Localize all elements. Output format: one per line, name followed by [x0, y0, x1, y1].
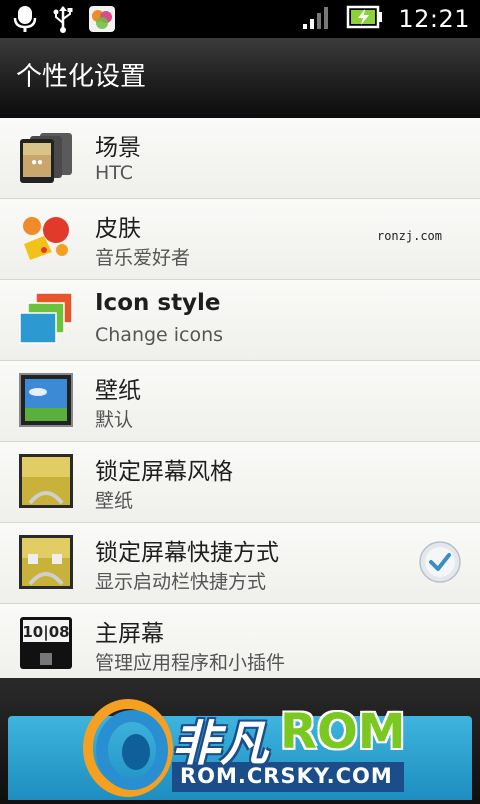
- app-notification-icon: [88, 5, 116, 37]
- skin-icon: [18, 210, 74, 266]
- list-item-lockscreen-style[interactable]: 锁定屏幕风格 壁纸: [0, 442, 480, 523]
- home-screen-icon: 10|08: [18, 615, 74, 671]
- list-item-wallpaper[interactable]: 壁纸 默认: [0, 361, 480, 442]
- svg-text:10|08: 10|08: [22, 623, 69, 642]
- crsky-logo: 非凡 ROM ROM.CRSKY.COM: [80, 690, 410, 800]
- list-item-lockscreen-shortcuts[interactable]: 锁定屏幕快捷方式 显示启动栏快捷方式: [0, 523, 480, 604]
- logo-url: ROM.CRSKY.COM: [180, 764, 393, 788]
- signal-icon: [302, 4, 332, 34]
- item-title: 锁定屏幕快捷方式: [95, 540, 279, 566]
- battery-charging-icon: [346, 5, 384, 33]
- page-title: 个性化设置: [16, 62, 147, 92]
- item-title: 场景: [95, 135, 141, 161]
- lockscreen-shortcuts-icon: [18, 534, 74, 590]
- list-item-skin[interactable]: 皮肤 音乐爱好者 ronzj.com: [0, 199, 480, 280]
- icon-style-icon: [18, 291, 74, 347]
- item-title: 壁纸: [95, 378, 141, 404]
- item-subtitle: HTC: [95, 162, 134, 184]
- item-subtitle: 管理应用程序和小插件: [95, 652, 286, 674]
- list-item-scenes[interactable]: ●● 场景 HTC: [0, 118, 480, 199]
- usb-icon: [52, 5, 74, 37]
- settings-list: ●● 场景 HTC 皮肤 音乐爱好者 ronzj.com Icon style …: [0, 118, 480, 684]
- item-title: 锁定屏幕风格: [95, 459, 233, 485]
- svg-text:●●: ●●: [31, 157, 43, 168]
- lockscreen-style-icon: [18, 453, 74, 509]
- item-title: Icon style: [95, 290, 221, 316]
- scenes-icon: ●●: [18, 129, 74, 185]
- status-bar: 12:21: [0, 0, 480, 38]
- item-subtitle: Change icons: [95, 324, 224, 346]
- logo-text-rom: ROM: [280, 704, 406, 760]
- item-subtitle: 默认: [95, 409, 134, 431]
- item-subtitle: 壁纸: [95, 490, 134, 512]
- item-title: 皮肤: [95, 216, 141, 242]
- title-bar: 个性化设置: [0, 38, 480, 118]
- item-subtitle: 显示启动栏快捷方式: [95, 571, 267, 593]
- clock: 12:21: [398, 5, 470, 33]
- microphone-icon: [12, 5, 38, 37]
- list-item-home-screen[interactable]: 10|08 主屏幕 管理应用程序和小插件: [0, 604, 480, 684]
- checkmark-icon: [419, 541, 461, 583]
- checkbox[interactable]: [418, 540, 462, 584]
- item-title: 主屏幕: [95, 621, 164, 647]
- item-subtitle: 音乐爱好者: [95, 247, 191, 269]
- wallpaper-icon: [18, 372, 74, 428]
- watermark-text: ronzj.com: [376, 229, 442, 243]
- list-item-icon-style[interactable]: Icon style Change icons: [0, 280, 480, 361]
